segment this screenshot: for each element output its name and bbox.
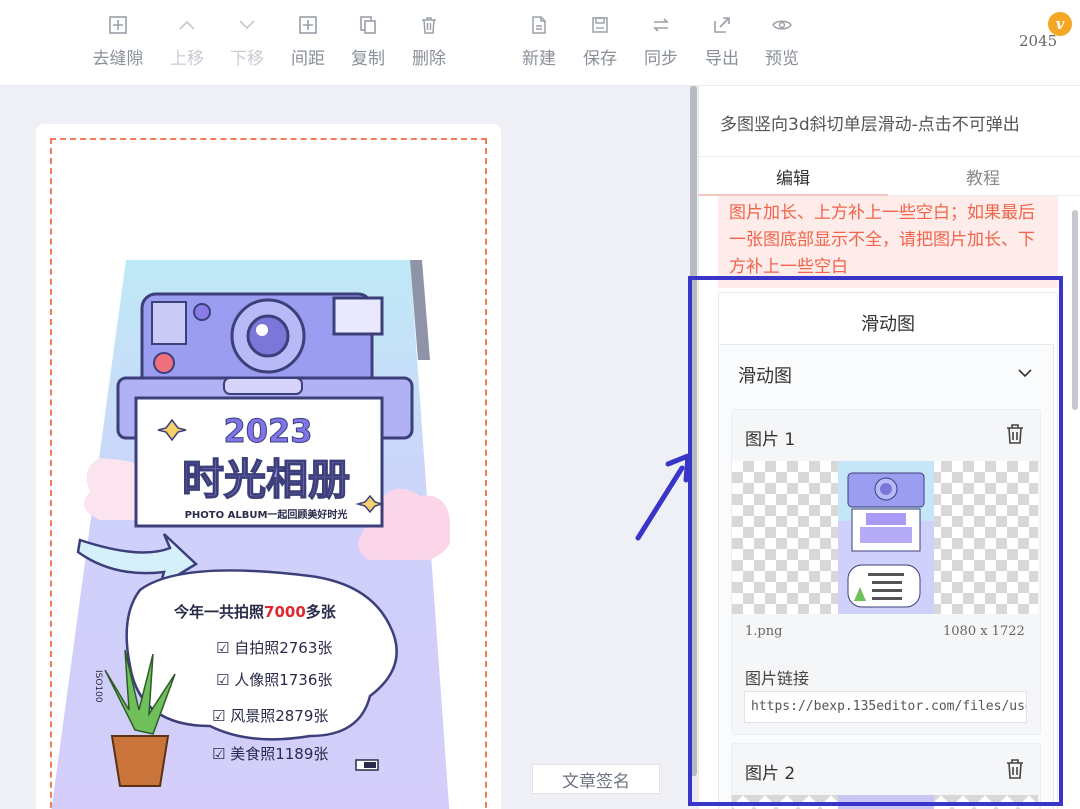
svg-text:☑ 风景照2879张: ☑ 风景照2879张: [212, 707, 328, 725]
usage-count: 2045: [1019, 32, 1058, 50]
new-label: 新建: [522, 49, 556, 69]
sync-button[interactable]: 同步: [629, 14, 693, 74]
svg-text:☑ 自拍照2763张: ☑ 自拍照2763张: [216, 639, 332, 657]
export-icon: [711, 14, 733, 36]
poster-subtitle: PHOTO ALBUM一起回顾美好时光: [185, 508, 348, 521]
remove-gap-label: 去缝隙: [92, 49, 144, 69]
svg-text:☑ 人像照1736张: ☑ 人像照1736张: [216, 671, 332, 689]
save-label: 保存: [583, 49, 617, 69]
poster-item-3: 风景照2879张: [230, 707, 328, 725]
poster-headline-suffix: 多张: [306, 603, 337, 621]
image-1-label: 图片 1: [745, 430, 796, 450]
delete-button[interactable]: 删除: [397, 14, 461, 74]
delete-label: 删除: [412, 49, 446, 69]
toolbar: 去缝隙 上移 下移 间距 复制 删除 新建 保存 同步 导出 预览 2045 v: [0, 0, 1080, 86]
trash-icon[interactable]: [1005, 758, 1025, 780]
accordion-title[interactable]: 滑动图: [738, 362, 792, 388]
poster-image[interactable]: 2023 时光相册 PHOTO ALBUM一起回顾美好时光 今年一共拍照7000…: [50, 260, 450, 809]
poster-headline-number: 7000: [264, 603, 306, 621]
save-icon: [589, 14, 611, 36]
poster-item-2: 人像照1736张: [234, 671, 332, 689]
notice-text: 图片加长、上方补上一些空白；如果最后一张图底部显示不全，请把图片加长、下方补上一…: [729, 203, 1035, 277]
trash-icon: [418, 14, 440, 36]
preview-button[interactable]: 预览: [750, 14, 814, 74]
svg-text:今年一共拍照7000多张: 今年一共拍照7000多张: [173, 603, 337, 621]
copy-button[interactable]: 复制: [336, 14, 400, 74]
copy-label: 复制: [351, 49, 385, 69]
plus-square-icon: [107, 14, 129, 36]
panel-divider: [698, 156, 1080, 157]
copy-icon: [357, 14, 379, 36]
poster-title: 时光相册: [182, 455, 350, 504]
remove-gap-button[interactable]: 去缝隙: [86, 14, 150, 74]
article-signature-button[interactable]: 文章签名: [532, 764, 660, 794]
image-2-label: 图片 2: [745, 764, 796, 784]
move-up-label: 上移: [170, 49, 204, 69]
image-1-filename: 1.png: [745, 624, 783, 639]
canvas-scrollbar[interactable]: [690, 86, 697, 806]
preview-label: 预览: [765, 49, 799, 69]
poster-year: 2023: [223, 412, 312, 450]
sync-label: 同步: [644, 49, 678, 69]
image-1-link-input[interactable]: https://bexp.135editor.com/files/users/: [744, 691, 1027, 723]
vip-badge-icon[interactable]: v: [1048, 12, 1072, 36]
spacing-icon: [297, 14, 319, 36]
move-up-button[interactable]: 上移: [155, 14, 219, 74]
poster-side-text: ISO100: [93, 670, 103, 703]
template-name: 多图竖向3d斜切单层滑动-点击不可弹出: [720, 115, 1020, 135]
tab-edit[interactable]: 编辑: [776, 164, 810, 189]
spacing-label: 间距: [291, 49, 325, 69]
image-1-dimensions: 1080 x 1722: [943, 624, 1025, 639]
sync-icon: [650, 14, 672, 36]
move-down-label: 下移: [230, 49, 264, 69]
chevron-down-icon[interactable]: [1016, 366, 1034, 380]
chevron-up-icon: [176, 14, 198, 36]
panel-scrollbar[interactable]: [1072, 210, 1078, 410]
poster-headline-prefix: 今年一共拍照: [173, 603, 264, 621]
new-button[interactable]: 新建: [507, 14, 571, 74]
annotation-arrow-icon: [635, 453, 691, 541]
eye-icon: [771, 14, 793, 36]
image-1-link-label: 图片链接: [745, 669, 810, 688]
notice-box: 图片加长、上方补上一些空白；如果最后一张图底部显示不全，请把图片加长、下方补上一…: [718, 196, 1058, 288]
spacing-button[interactable]: 间距: [276, 14, 340, 74]
trash-icon[interactable]: [1005, 423, 1025, 445]
image-2-preview[interactable]: [732, 795, 1038, 809]
poster-item-1: 自拍照2763张: [234, 639, 332, 657]
export-button[interactable]: 导出: [690, 14, 754, 74]
save-button[interactable]: 保存: [568, 14, 632, 74]
new-file-icon: [528, 14, 550, 36]
tab-tutorial[interactable]: 教程: [966, 164, 1000, 189]
chevron-down-icon: [236, 14, 258, 36]
move-down-button[interactable]: 下移: [215, 14, 279, 74]
poster-item-4: 美食照1189张: [230, 745, 328, 763]
svg-text:☑ 美食照1189张: ☑ 美食照1189张: [212, 745, 328, 763]
section-title: 滑动图: [861, 314, 915, 335]
image-1-thumbnail[interactable]: [838, 461, 934, 614]
export-label: 导出: [705, 49, 739, 69]
